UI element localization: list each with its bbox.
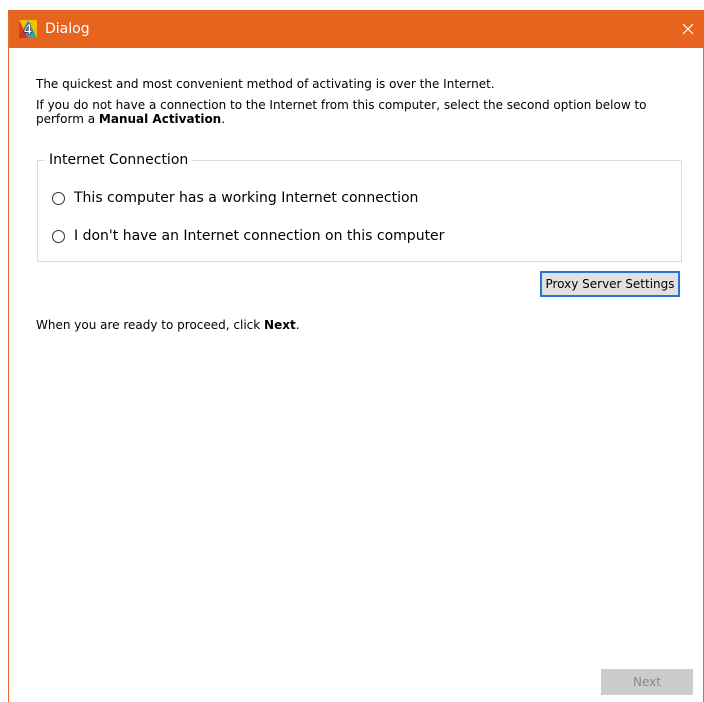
internet-connection-group xyxy=(37,160,682,262)
internet-connection-legend: Internet Connection xyxy=(45,152,193,168)
close-button[interactable] xyxy=(674,10,702,48)
proceed-next-emphasis: Next xyxy=(264,318,296,332)
dialog-window: 4 Dialog The quickest and most convenien… xyxy=(0,0,704,702)
proxy-server-settings-button[interactable]: Proxy Server Settings xyxy=(540,271,680,297)
radio-offline[interactable] xyxy=(52,229,65,243)
radio-online-label: This computer has a working Internet con… xyxy=(74,190,419,206)
intro-line-2: If you do not have a connection to the I… xyxy=(36,98,647,112)
title-bar[interactable]: 4 Dialog xyxy=(9,10,704,48)
4d-app-icon: 4 xyxy=(19,20,37,38)
next-button[interactable]: Next xyxy=(601,669,693,695)
radio-option-offline[interactable]: I don't have an Internet connection on t… xyxy=(52,226,444,246)
proceed-prefix: When you are ready to proceed, click xyxy=(36,318,265,332)
radio-option-online[interactable]: This computer has a working Internet con… xyxy=(52,188,418,208)
intro-line-3-prefix: perform a xyxy=(36,112,99,126)
close-icon xyxy=(682,23,694,35)
proceed-instruction: When you are ready to proceed, click Nex… xyxy=(36,318,300,332)
window-title: Dialog xyxy=(45,21,90,37)
intro-line-3-suffix: . xyxy=(221,112,226,126)
intro-line-1: The quickest and most convenient method … xyxy=(36,77,495,91)
manual-activation-emphasis: Manual Activation xyxy=(98,112,222,126)
radio-offline-label: I don't have an Internet connection on t… xyxy=(74,228,445,244)
window-border-left xyxy=(8,10,9,702)
svg-text:4: 4 xyxy=(23,23,32,38)
radio-online[interactable] xyxy=(52,191,65,205)
proceed-suffix: . xyxy=(295,318,300,332)
intro-line-3: perform a Manual Activation. xyxy=(36,112,225,126)
